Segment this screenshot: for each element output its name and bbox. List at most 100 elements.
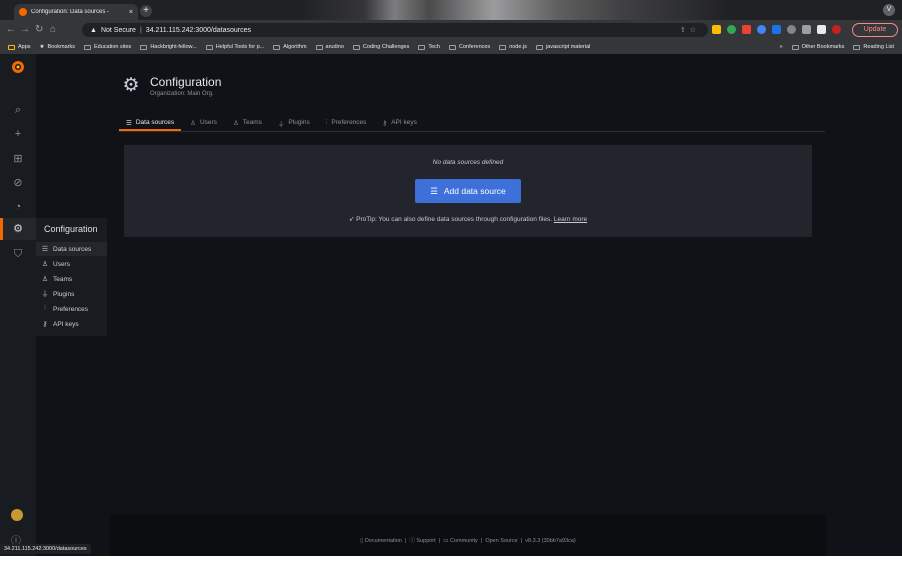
- empty-state-message: No data sources defined: [432, 159, 504, 166]
- browser-toolbar: ← → ↻ ⌂ ▲ Not Secure | 34.211.115.242:30…: [0, 20, 902, 40]
- extension-icon[interactable]: [772, 25, 781, 34]
- submenu-item-plugins[interactable]: ⏚ Plugins: [36, 287, 107, 301]
- submenu-item-teams[interactable]: ♙ Teams: [36, 272, 107, 286]
- close-tab-icon[interactable]: ×: [129, 9, 133, 16]
- tab-strip: Configuration: Data sources - × + V: [0, 0, 902, 20]
- new-tab-button[interactable]: +: [140, 5, 152, 17]
- footer-open-source-link[interactable]: Open Source: [485, 538, 517, 544]
- user-icon: ♙: [41, 261, 49, 268]
- submenu-item-data-sources[interactable]: ☰ Data sources: [36, 242, 107, 256]
- folder-icon: [315, 44, 323, 50]
- users-icon: ♙: [41, 276, 49, 283]
- bookmark-folder[interactable]: node.js: [499, 44, 527, 50]
- forward-icon[interactable]: →: [20, 23, 30, 37]
- explore-compass-icon[interactable]: ⊘: [11, 176, 25, 190]
- page-tabs: ☰ Data sources ♙ Users ♙ Teams ⏚ Plugins ⫶ Pr…: [119, 114, 424, 131]
- dashboards-grid-icon[interactable]: ⊞: [11, 152, 25, 166]
- more-bookmarks-chevron-icon[interactable]: »: [780, 44, 783, 50]
- footer-support-link[interactable]: Support: [416, 538, 435, 544]
- gear-icon: ⚙: [122, 75, 140, 96]
- footer-community-link[interactable]: Community: [450, 538, 478, 544]
- address-separator: |: [139, 26, 142, 34]
- extension-icon[interactable]: [742, 25, 751, 34]
- star-icon: ★: [39, 44, 45, 50]
- extension-icon[interactable]: [712, 25, 721, 34]
- tab-data-sources[interactable]: ☰ Data sources: [119, 114, 182, 131]
- folder-icon: [352, 44, 360, 50]
- bookmark-apps[interactable]: Apps: [8, 44, 31, 50]
- reading-list[interactable]: Reading List: [853, 44, 894, 50]
- tabs-divider: [119, 131, 825, 132]
- apps-grid-icon: [8, 44, 15, 50]
- add-data-source-button[interactable]: ☰ Add data source: [415, 179, 521, 203]
- database-icon: ☰: [41, 246, 49, 253]
- bookmark-folder[interactable]: Coding Challenges: [352, 44, 409, 50]
- security-label[interactable]: Not Secure: [101, 27, 136, 34]
- bookmark-folder[interactable]: Tech: [418, 44, 440, 50]
- bookmark-folder[interactable]: arudino: [315, 44, 344, 50]
- alerting-bell-icon[interactable]: ◔: [11, 200, 25, 214]
- bookmark-folder[interactable]: Conferences: [449, 44, 490, 50]
- bookmark-folder[interactable]: Algorithm: [273, 44, 307, 50]
- update-button[interactable]: Update: [852, 23, 898, 37]
- tab-users[interactable]: ♙ Users: [183, 114, 224, 131]
- warning-icon: ▲: [90, 26, 97, 34]
- extension-icon[interactable]: [757, 25, 766, 34]
- plug-icon: ⏚: [277, 120, 285, 128]
- bookmark-folder[interactable]: javascript material: [535, 44, 590, 50]
- learn-more-link[interactable]: Learn more: [554, 216, 587, 223]
- page-title: Configuration: [150, 75, 222, 89]
- tab-preferences[interactable]: ⫶ Preferences: [319, 114, 374, 131]
- page-subtitle: Organization: Main Org.: [150, 91, 214, 97]
- submenu-item-api-keys[interactable]: ⚷ API keys: [36, 317, 107, 331]
- reload-icon[interactable]: ↻: [35, 23, 43, 37]
- database-icon: ☰: [430, 185, 438, 196]
- bookmark-folder[interactable]: Hackbright-fellow...: [140, 44, 197, 50]
- sliders-icon: ⫶: [325, 118, 328, 126]
- url-text[interactable]: 34.211.115.242:3000/datasources: [146, 27, 251, 34]
- tab-plugins[interactable]: ⏚ Plugins: [271, 114, 317, 131]
- side-menu: ⌕ + ⊞ ⊘ ◔ ⚙ ⛉ ⓘ: [0, 54, 36, 556]
- plus-icon[interactable]: +: [11, 127, 25, 141]
- tab-api-keys[interactable]: ⚷ API keys: [375, 114, 423, 131]
- folder-icon: [418, 44, 426, 50]
- rocket-icon: ➶: [348, 216, 355, 223]
- extension-icon[interactable]: [802, 25, 811, 34]
- database-icon: ☰: [126, 119, 132, 127]
- user-icon: ♙: [190, 119, 196, 127]
- address-bar[interactable]: ▲ Not Secure | 34.211.115.242:3000/datas…: [82, 23, 708, 37]
- bookmarks-bar: Apps ★ Bookmarks Education sites Hackbrig…: [0, 40, 902, 54]
- grafana-logo-icon[interactable]: [11, 60, 25, 74]
- home-icon[interactable]: ⌂: [50, 23, 56, 37]
- sliders-icon: ⫶: [44, 305, 46, 312]
- bookmark-bookmarks[interactable]: ★ Bookmarks: [40, 44, 75, 50]
- puzzle-extensions-icon[interactable]: [817, 25, 826, 34]
- bookmark-folder[interactable]: Helpful Tools for p...: [205, 44, 264, 50]
- browser-tab[interactable]: Configuration: Data sources - ×: [14, 4, 138, 20]
- submenu-item-preferences[interactable]: ⫶ Preferences: [36, 302, 107, 316]
- extension-icon[interactable]: [727, 25, 736, 34]
- footer-area: [110, 514, 826, 556]
- share-and-bookmark-star-icon[interactable]: ⇪☆: [680, 26, 700, 34]
- avatar[interactable]: [11, 509, 23, 521]
- bookmark-folder[interactable]: Education sites: [84, 44, 131, 50]
- search-icon[interactable]: ⌕: [11, 103, 25, 117]
- folder-icon: [499, 44, 507, 50]
- folder-icon: [205, 44, 213, 50]
- submenu-title: Configuration: [44, 224, 98, 234]
- back-icon[interactable]: ←: [6, 23, 16, 37]
- gear-icon[interactable]: ⚙: [11, 222, 25, 236]
- bookmarks-right: » Other Bookmarks Reading List: [780, 40, 894, 54]
- tab-teams[interactable]: ♙ Teams: [226, 114, 269, 131]
- avatar[interactable]: [832, 25, 841, 34]
- folder-icon: [449, 44, 456, 50]
- shield-icon[interactable]: ⛉: [11, 247, 25, 261]
- submenu-item-users[interactable]: ♙ Users: [36, 257, 107, 271]
- extension-icon[interactable]: [787, 25, 796, 34]
- comments-icon: ▭: [443, 538, 449, 544]
- sidemenu-active-indicator: [0, 218, 3, 240]
- bookmark-other[interactable]: Other Bookmarks: [791, 44, 844, 50]
- footer-documentation-link[interactable]: Documentation: [365, 538, 402, 544]
- key-icon: ⚷: [42, 321, 48, 328]
- profile-menu-icon[interactable]: V: [883, 4, 895, 16]
